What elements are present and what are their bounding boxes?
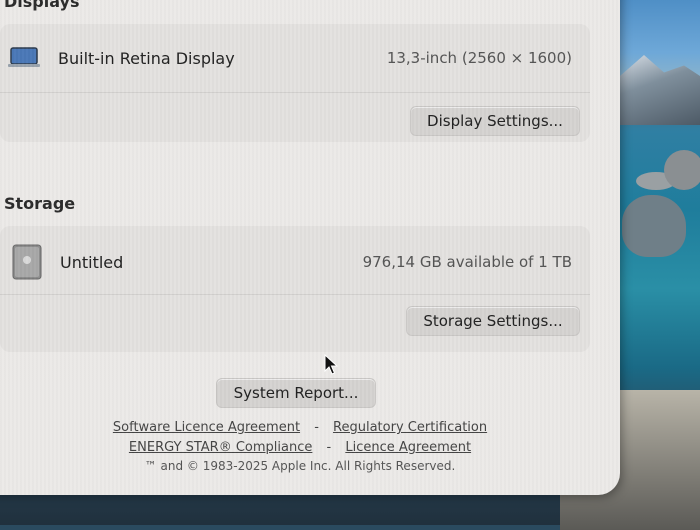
link-separator: - [314, 420, 319, 435]
storage-settings-button[interactable]: Storage Settings... [406, 306, 580, 336]
disk-icon [12, 244, 42, 280]
mouse-pointer-icon [324, 353, 340, 380]
wallpaper-rock [622, 195, 686, 257]
wallpaper-rock [664, 150, 700, 190]
software-licence-link[interactable]: Software Licence Agreement [113, 420, 300, 435]
storage-heading: Storage [4, 194, 76, 213]
system-report-button[interactable]: System Report... [216, 378, 376, 408]
display-row: Built-in Retina Display 13,3-inch (2560 … [0, 38, 590, 78]
regulatory-certification-link[interactable]: Regulatory Certification [333, 420, 487, 435]
row-divider [0, 294, 590, 295]
displays-heading: Displays [4, 0, 80, 11]
storage-name: Untitled [60, 252, 124, 272]
storage-capacity: 976,14 GB available of 1 TB [362, 253, 572, 271]
footer-links-row2: ENERGY STAR® Compliance - Licence Agreem… [0, 440, 620, 455]
energy-star-link[interactable]: ENERGY STAR® Compliance [129, 440, 312, 455]
laptop-icon [8, 47, 40, 69]
about-this-mac-panel: Displays Built-in Retina Display 13,3-in… [0, 0, 620, 495]
displays-group: Built-in Retina Display 13,3-inch (2560 … [0, 24, 590, 142]
footer-links-row1: Software Licence Agreement - Regulatory … [0, 420, 620, 435]
display-spec: 13,3-inch (2560 × 1600) [386, 49, 572, 67]
storage-row: Untitled 976,14 GB available of 1 TB [0, 240, 590, 284]
link-separator: - [326, 440, 332, 455]
display-name: Built-in Retina Display [58, 48, 235, 68]
storage-group: Untitled 976,14 GB available of 1 TB Sto… [0, 226, 590, 352]
licence-agreement-link[interactable]: Licence Agreement [345, 440, 471, 455]
copyright-text: ™ and © 1983-2025 Apple Inc. All Rights … [144, 459, 456, 473]
display-settings-button[interactable]: Display Settings... [410, 106, 580, 136]
wallpaper-mountains [620, 55, 700, 125]
row-divider [0, 92, 590, 93]
